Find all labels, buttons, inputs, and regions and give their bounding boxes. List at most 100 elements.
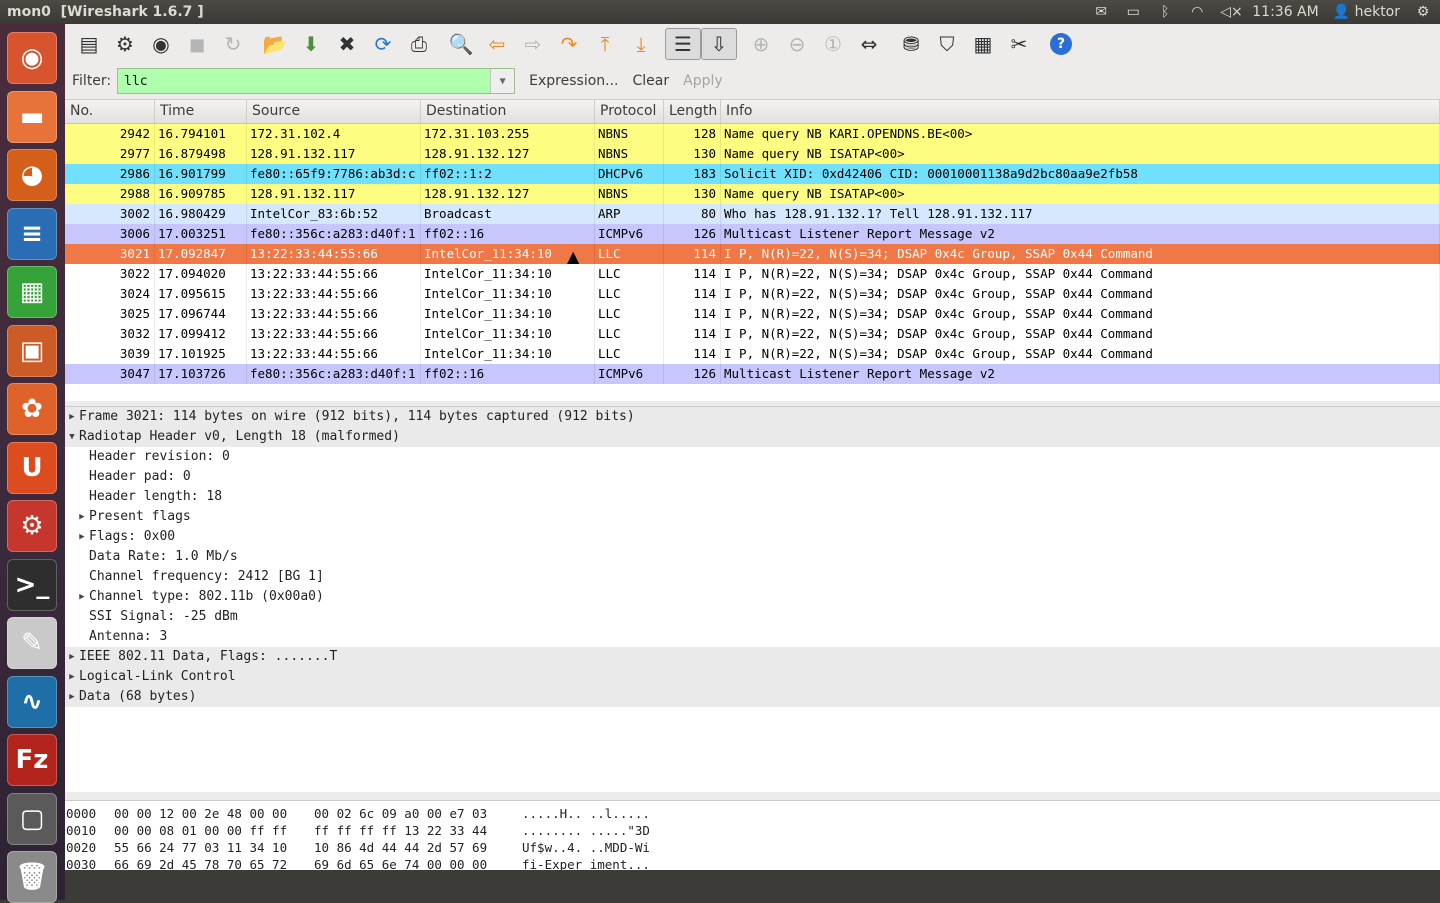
expander-collapsed-icon[interactable]: ▶	[65, 687, 79, 707]
session-gear-icon[interactable]: ⚙	[1414, 4, 1432, 20]
clear-button[interactable]: Clear	[633, 73, 670, 89]
auto-scroll-icon[interactable]: ⇩	[701, 28, 737, 60]
coloring-rules-icon[interactable]: ▦	[965, 28, 1001, 60]
save-file-icon[interactable]: ⬇	[293, 28, 329, 60]
hex-row[interactable]: 0020 55 66 24 77 03 11 34 10 10 86 4d 44 4…	[65, 839, 1440, 856]
system-settings-icon[interactable]: ⚙	[7, 500, 57, 552]
filter-input[interactable]: llc ▼	[117, 68, 516, 94]
clock[interactable]: 11:36 AM	[1252, 4, 1318, 20]
packet-row[interactable]: 3024 17.095615 13:22:33:44:55:66 IntelCor_1…	[65, 284, 1440, 304]
expander-collapsed-icon[interactable]: ▶	[75, 507, 89, 527]
capture-options-icon[interactable]: ⚙	[107, 28, 143, 60]
files-icon[interactable]: ▬	[7, 90, 57, 143]
go-forward-icon[interactable]: ⇨	[515, 28, 551, 60]
stop-capture-icon[interactable]: ◼	[179, 28, 215, 60]
detail-tree-item[interactable]: Data Rate: 1.0 Mb/s	[65, 547, 1440, 567]
close-file-icon[interactable]: ✖	[329, 28, 365, 60]
column-header-source[interactable]: Source	[247, 100, 421, 123]
detail-tree-item[interactable]: ▶ Logical-Link Control	[65, 667, 1440, 687]
detail-tree-item[interactable]: ▶ Flags: 0x00	[65, 527, 1440, 547]
find-packet-icon[interactable]: 🔍	[443, 28, 479, 60]
expander-collapsed-icon[interactable]: ▶	[65, 667, 79, 687]
expression-button[interactable]: Expression...	[529, 73, 618, 89]
restart-capture-icon[interactable]: ↻	[215, 28, 251, 60]
detail-tree-item[interactable]: Channel frequency: 2412 [BG 1]	[65, 567, 1440, 587]
ubuntu-dash-icon[interactable]: ◉	[7, 32, 57, 84]
detail-tree-item[interactable]: ▶ Present flags	[65, 507, 1440, 527]
start-capture-icon[interactable]: ◉	[143, 28, 179, 60]
zoom-in-icon[interactable]: ⊕	[743, 28, 779, 60]
ubuntu-one-icon[interactable]: U	[7, 441, 57, 494]
text-editor-icon[interactable]: ✎	[7, 617, 57, 669]
writer-icon[interactable]: ≡	[7, 207, 57, 260]
column-header-time[interactable]: Time	[155, 100, 247, 123]
terminal-icon[interactable]: >_	[7, 558, 57, 611]
hex-row[interactable]: 0000 00 00 12 00 2e 48 00 00 00 02 6c 09 a…	[65, 805, 1440, 822]
open-file-icon[interactable]: 📂	[257, 28, 293, 60]
detail-tree-item[interactable]: Antenna: 3	[65, 627, 1440, 647]
wireshark-icon[interactable]: ∿	[7, 675, 57, 728]
trash-icon[interactable]: 🗑	[7, 851, 57, 903]
packet-row[interactable]: 2977 16.879498 128.91.132.117 128.91.132.12…	[65, 144, 1440, 164]
filter-input-value[interactable]: llc	[118, 74, 490, 89]
packet-bytes-pane[interactable]: 0000 00 00 12 00 2e 48 00 00 00 02 6c 09 a…	[65, 800, 1440, 870]
volume-muted-icon[interactable]: ◁×	[1220, 4, 1243, 20]
packet-row[interactable]: 3032 17.099412 13:22:33:44:55:66 IntelCor_1…	[65, 324, 1440, 344]
detail-tree-item[interactable]: Header length: 18	[65, 487, 1440, 507]
mail-icon[interactable]: ✉	[1092, 4, 1110, 20]
go-back-icon[interactable]: ⇦	[479, 28, 515, 60]
packet-row[interactable]: 2988 16.909785 128.91.132.117 128.91.132.12…	[65, 184, 1440, 204]
normal-size-icon[interactable]: ①	[815, 28, 851, 60]
capture-filters-icon[interactable]: ⛃	[893, 28, 929, 60]
filezilla-icon[interactable]: Fz	[7, 734, 57, 786]
expander-collapsed-icon[interactable]: ▶	[75, 587, 89, 607]
interface-list-icon[interactable]: ▤	[71, 28, 107, 60]
battery-icon[interactable]: ▭	[1124, 4, 1142, 20]
expander-collapsed-icon[interactable]: ▶	[75, 527, 89, 547]
filter-dropdown-icon[interactable]: ▼	[490, 69, 515, 93]
packet-row[interactable]: 3006 17.003251 fe80::356c:a283:d40f:1 ff02:…	[65, 224, 1440, 244]
go-last-icon[interactable]: ⤓	[623, 28, 659, 60]
hex-row[interactable]: 0010 00 00 08 01 00 00 ff ff ff ff ff ff 1…	[65, 822, 1440, 839]
column-header-info[interactable]: Info	[721, 100, 1440, 123]
packet-row[interactable]: 3025 17.096744 13:22:33:44:55:66 IntelCor_1…	[65, 304, 1440, 324]
hex-row[interactable]: 0030 66 69 2d 45 78 70 65 72 69 6d 65 6e 7…	[65, 856, 1440, 870]
detail-tree-item[interactable]: Header pad: 0	[65, 467, 1440, 487]
packet-details-tree[interactable]: ▶ Frame 3021: 114 bytes on wire (912 bits…	[65, 406, 1440, 792]
go-to-packet-icon[interactable]: ↷	[551, 28, 587, 60]
column-header-protocol[interactable]: Protocol	[595, 100, 664, 123]
software-center-icon[interactable]: ✿	[7, 383, 57, 435]
packet-row[interactable]: 3047 17.103726 fe80::356c:a283:d40f:1 ff02:…	[65, 364, 1440, 384]
detail-tree-item[interactable]: ▶ IEEE 802.11 Data, Flags: .......T	[65, 647, 1440, 667]
bluetooth-icon[interactable]: ᛒ	[1156, 4, 1174, 20]
wifi-icon[interactable]: ◠	[1188, 4, 1206, 20]
expander-collapsed-icon[interactable]: ▶	[65, 647, 79, 667]
column-header-length[interactable]: Length	[664, 100, 721, 123]
column-header-no[interactable]: No.	[65, 100, 155, 123]
firefox-icon[interactable]: ◕	[7, 149, 57, 201]
zoom-out-icon[interactable]: ⊖	[779, 28, 815, 60]
packet-row[interactable]: 3039 17.101925 13:22:33:44:55:66 IntelCor_1…	[65, 344, 1440, 364]
detail-tree-item[interactable]: ▶ Data (68 bytes)	[65, 687, 1440, 707]
packet-row[interactable]: 3002 16.980429 IntelCor_83:6b:52 Broadcast A…	[65, 204, 1440, 224]
detail-tree-item[interactable]: ▼ Radiotap Header v0, Length 18 (malforme…	[65, 427, 1440, 447]
column-header-destination[interactable]: Destination	[421, 100, 595, 123]
apply-button[interactable]: Apply	[683, 73, 723, 89]
help-icon[interactable]: ?	[1043, 28, 1079, 60]
packet-row[interactable]: 3022 17.094020 13:22:33:44:55:66 IntelCor_1…	[65, 264, 1440, 284]
expander-expanded-icon[interactable]: ▼	[65, 427, 79, 447]
reload-icon[interactable]: ⟳	[365, 28, 401, 60]
detail-tree-item[interactable]: ▶ Channel type: 802.11b (0x00a0)	[65, 587, 1440, 607]
resize-columns-icon[interactable]: ⇔	[851, 28, 887, 60]
calc-icon[interactable]: ▦	[7, 266, 57, 318]
print-icon[interactable]: ⎙	[401, 28, 437, 60]
user-menu[interactable]: 👤 hektor	[1333, 4, 1400, 20]
detail-tree-item[interactable]: SSI Signal: -25 dBm	[65, 607, 1440, 627]
packet-row[interactable]: 3021 17.092847 13:22:33:44:55:66 IntelCor_1…	[65, 244, 1440, 264]
detail-tree-item[interactable]: ▶ Frame 3021: 114 bytes on wire (912 bits…	[65, 407, 1440, 427]
detail-tree-item[interactable]: Header revision: 0	[65, 447, 1440, 467]
expander-collapsed-icon[interactable]: ▶	[65, 407, 79, 427]
packet-row[interactable]: 2986 16.901799 fe80::65f9:7786:ab3d:c ff02:…	[65, 164, 1440, 184]
display-filters-icon[interactable]: ⛉	[929, 28, 965, 60]
colorize-icon[interactable]: ☰	[665, 28, 701, 60]
